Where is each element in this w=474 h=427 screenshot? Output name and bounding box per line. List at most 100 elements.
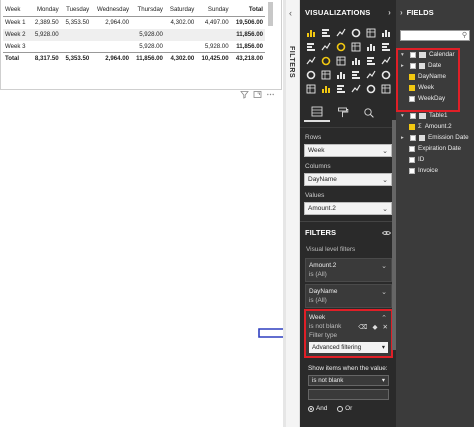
visual-type-icon[interactable] [319,83,332,95]
visual-type-icon[interactable] [319,55,332,67]
field-item[interactable]: ID [396,154,474,165]
values-label: Values [305,192,325,199]
expand-icon[interactable]: ▸ [401,135,407,141]
visual-type-icon[interactable] [379,55,392,67]
visual-type-icon[interactable] [349,27,362,39]
visual-type-icon[interactable] [304,83,317,95]
columns-field[interactable]: DayName ⌄ [304,173,392,186]
tab-analytics[interactable] [356,102,382,122]
tab-fields[interactable] [304,102,330,122]
visual-type-icon[interactable] [379,27,392,39]
chevron-down-icon[interactable]: ⌄ [382,205,388,213]
cell-total: 11,856.00 [230,40,265,53]
visual-type-icon[interactable] [349,41,362,53]
fields-title: FIELDS [406,7,434,17]
eye-icon[interactable] [382,230,391,236]
filter-type-select[interactable]: Advanced filtering ▾ [309,342,388,353]
visual-type-icon[interactable] [349,83,362,95]
filter-card-sub: is (All) [309,271,327,278]
field-item[interactable]: Invoice [396,165,474,176]
filter-icon[interactable] [240,90,249,99]
matrix-col-header[interactable]: Sunday [196,3,231,17]
clear-filter-icon[interactable]: ✕ [383,323,388,331]
tab-format[interactable] [330,102,356,122]
or-label: Or [345,405,353,412]
visual-type-icon[interactable] [319,41,332,53]
condition-select[interactable]: is not blank ▾ [308,375,389,386]
filters-strip[interactable]: ‹ FILTERS [286,0,300,427]
visual-type-icon[interactable] [334,27,347,39]
visual-type-icon[interactable] [349,69,362,81]
eraser-icon[interactable]: ⌫ [358,323,367,331]
chevron-down-icon[interactable]: ⌄ [381,262,387,270]
scrollbar-thumb[interactable] [268,2,273,26]
field-item[interactable]: Σ Amount.2 [396,121,474,132]
matrix-scrollbar[interactable] [267,2,275,82]
field-item[interactable]: Expiration Date [396,143,474,154]
lock-icon[interactable]: ◆ [373,323,378,331]
visual-type-icon[interactable] [379,41,392,53]
cell [164,40,197,53]
field-item[interactable]: ▸ Emission Date [396,132,474,143]
chevron-right-icon[interactable]: › [388,8,391,17]
visual-type-icon[interactable] [304,41,317,53]
more-options-icon[interactable] [266,90,275,99]
visual-type-icon[interactable] [319,69,332,81]
chevron-right-icon[interactable]: › [400,8,403,17]
visual-type-icon[interactable] [304,27,317,39]
field-checkbox[interactable] [409,167,415,174]
field-name: Amount.2 [424,123,452,130]
field-checkbox[interactable] [409,156,415,163]
visual-type-icon[interactable] [334,55,347,67]
chevron-down-icon[interactable]: ⌄ [382,176,388,184]
visual-type-icon[interactable] [364,55,377,67]
radio-icon [337,405,344,412]
filter-card-amount[interactable]: Amount.2 is (All) ⌄ [305,258,392,282]
condition-value-input[interactable] [308,389,389,400]
rows-field[interactable]: Week ⌄ [304,144,392,157]
filter-card-week[interactable]: Week is not blank ⌃ ⌫ ◆ ✕ Filter type Ad… [304,309,393,358]
matrix-col-header[interactable]: Total [230,3,265,17]
visual-type-icon[interactable] [319,27,332,39]
or-radio[interactable]: Or [337,405,352,412]
matrix-col-header[interactable]: Thursday [131,3,165,17]
chevron-down-icon[interactable]: ⌄ [382,147,388,155]
visual-type-icon[interactable] [304,69,317,81]
visual-type-icon[interactable] [334,69,347,81]
visual-type-icon[interactable] [364,83,377,95]
matrix-visual[interactable]: Week Monday Tuesday Wednesday Thursday S… [0,0,282,90]
focus-mode-icon[interactable] [253,90,262,99]
fields-header: › FIELDS [396,0,474,24]
matrix-col-header[interactable]: Wednesday [91,3,132,17]
cell: 5,928.00 [131,40,165,53]
table-checkbox[interactable] [410,112,416,119]
fields-search-input[interactable]: ⚲ [400,30,470,41]
visual-type-icon[interactable] [304,55,317,67]
values-field[interactable]: Amount.2 ⌄ [304,202,392,215]
visual-type-icon[interactable] [379,69,392,81]
visualizations-header: VISUALIZATIONS › [300,0,396,24]
field-checkbox[interactable] [409,145,415,152]
matrix-col-header[interactable]: Saturday [164,3,197,17]
chevron-left-icon[interactable]: ‹ [289,8,292,18]
table-icon [419,112,426,119]
visual-type-icon[interactable] [334,83,347,95]
chevron-up-icon[interactable]: ⌃ [381,314,387,322]
collapse-icon[interactable]: ▾ [401,113,407,119]
field-checkbox[interactable] [409,123,415,130]
visual-type-icon[interactable] [379,83,392,95]
visual-type-icon[interactable] [349,55,362,67]
matrix-col-header[interactable]: Tuesday [60,3,92,17]
visual-type-icon[interactable] [364,69,377,81]
and-radio[interactable]: And [308,405,327,412]
visualizations-pane: VISUALIZATIONS › Rows Week ⌄ Columns Day… [300,0,396,427]
visual-type-icon[interactable] [364,27,377,39]
chevron-down-icon[interactable]: ⌄ [381,288,387,296]
field-checkbox[interactable] [410,134,416,141]
visual-type-icon[interactable] [334,41,347,53]
radio-selected-icon [308,405,314,412]
filter-card-dayname[interactable]: DayName is (All) ⌄ [305,284,392,308]
matrix-col-header[interactable]: Week [3,3,31,17]
matrix-col-header[interactable]: Monday [30,3,61,17]
visual-type-icon[interactable] [364,41,377,53]
